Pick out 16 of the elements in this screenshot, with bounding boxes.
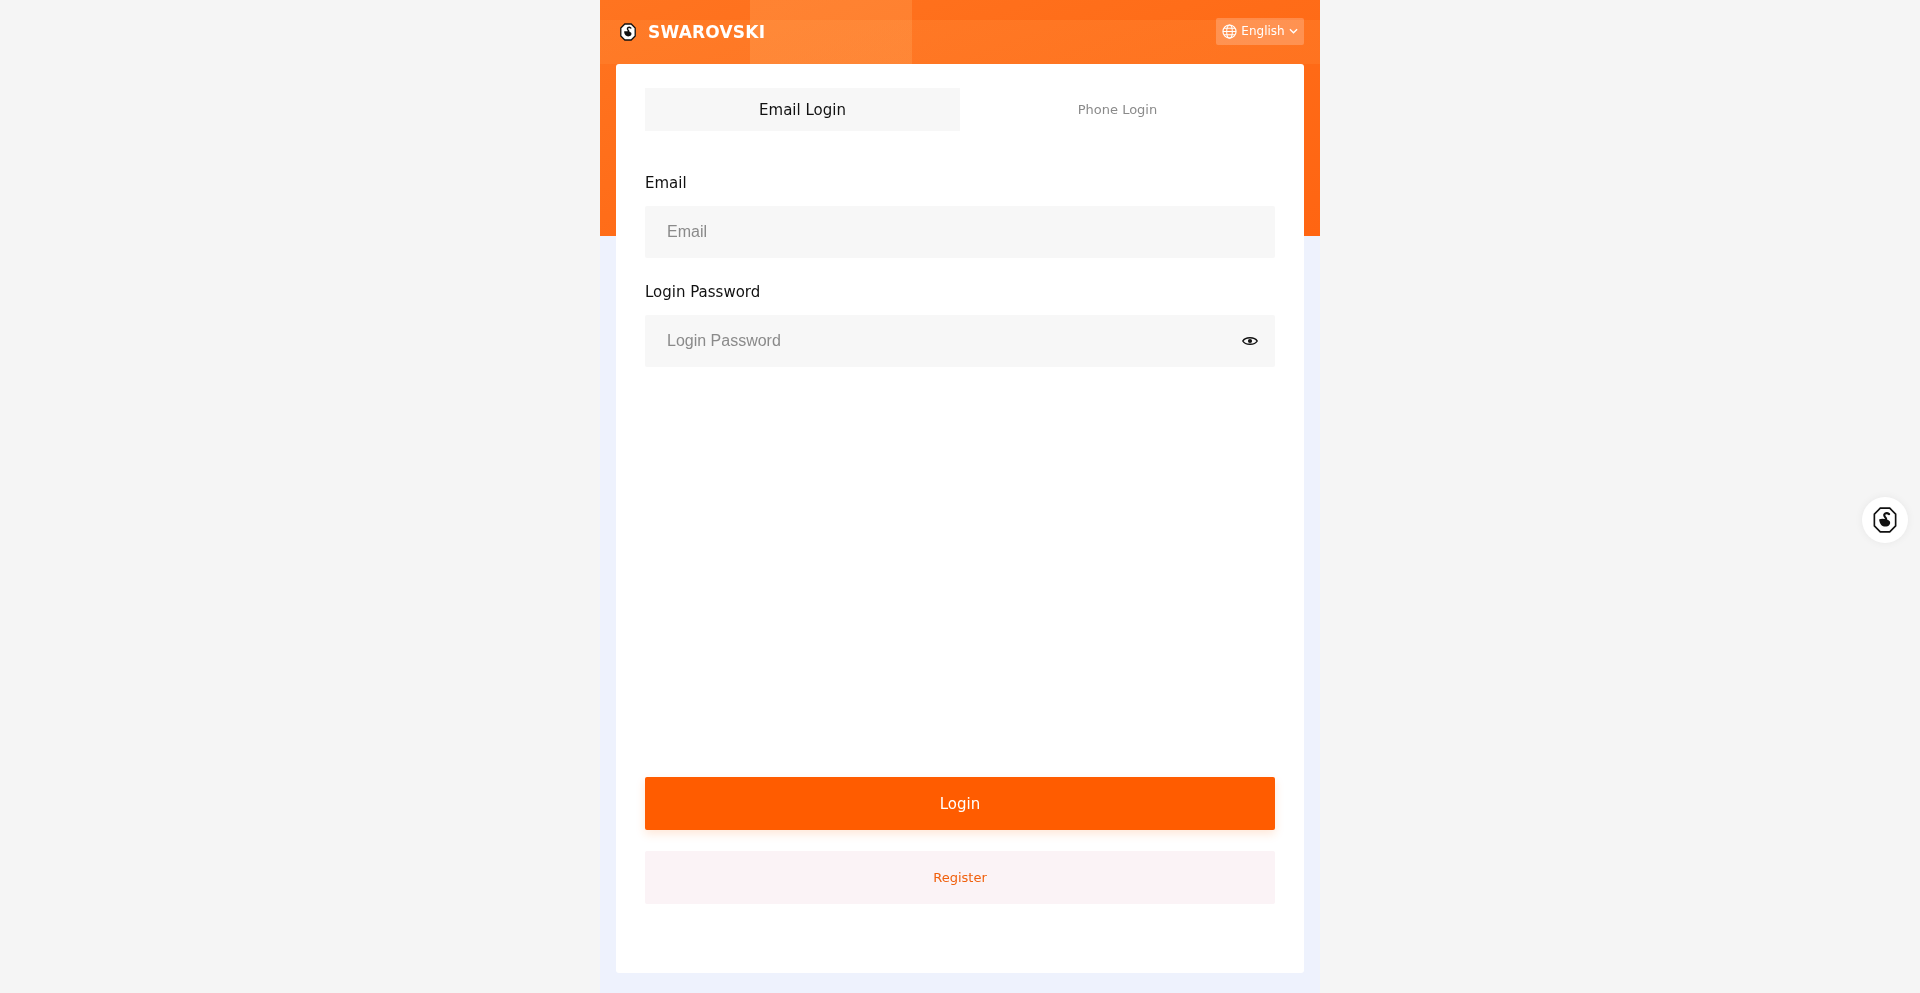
password-field[interactable]: Login Password — [645, 315, 1275, 367]
globe-icon — [1222, 23, 1238, 39]
email-field[interactable]: Email — [645, 206, 1275, 258]
register-button[interactable]: Register — [645, 851, 1275, 904]
login-button[interactable]: Login — [645, 777, 1275, 830]
floating-button[interactable] — [1862, 497, 1908, 543]
logo-icon — [620, 23, 636, 41]
brand-name: SWAROVSKI — [648, 22, 766, 42]
login-tab[interactable]: Phone Login — [960, 88, 1275, 131]
logo-icon — [1873, 507, 1897, 533]
login-tab[interactable]: Email Login — [645, 88, 960, 131]
field-label: Login Password — [645, 282, 761, 302]
language-selector[interactable]: English — [1216, 17, 1304, 45]
eye-icon[interactable] — [1242, 335, 1258, 347]
field-label: Email — [645, 173, 687, 193]
chevron-down-icon — [1288, 28, 1298, 34]
